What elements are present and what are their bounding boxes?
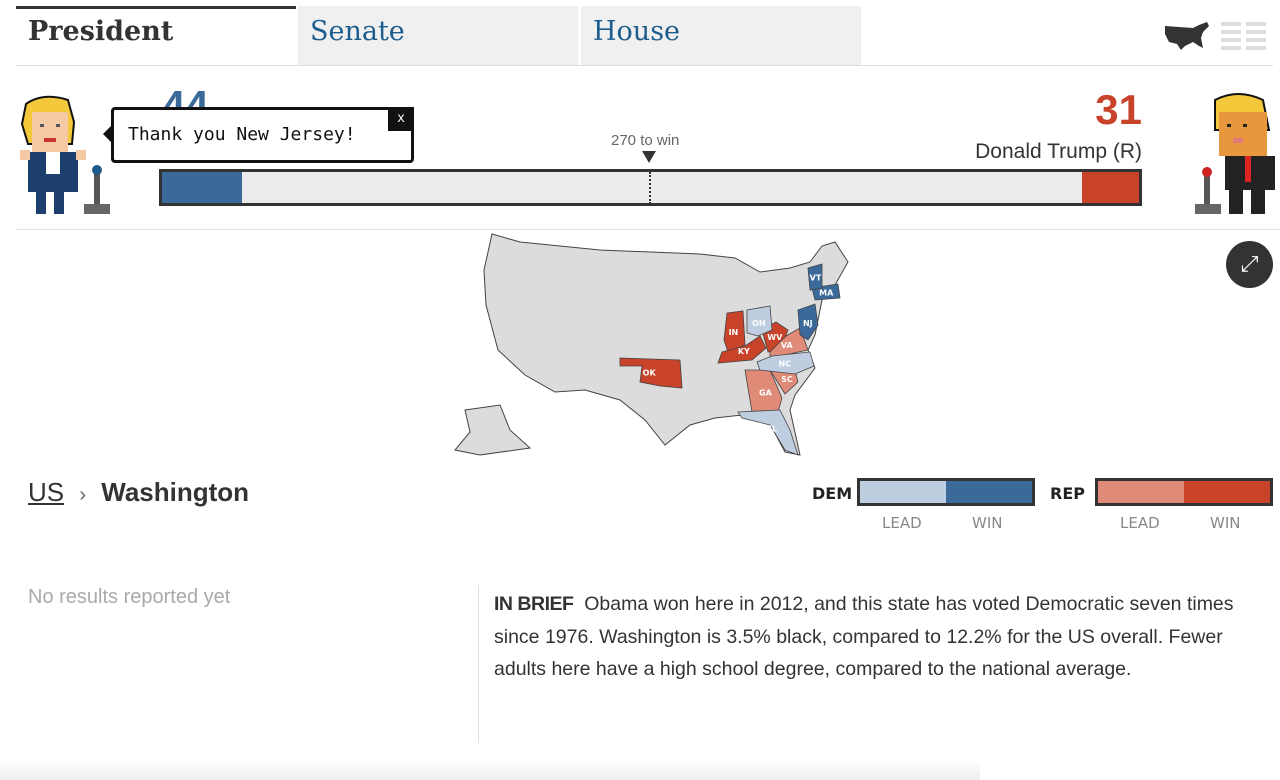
results-status: No results reported yet	[28, 586, 231, 608]
speech-bubble-text: Thank you New Jersey!	[128, 124, 356, 145]
rep-candidate-name: Donald Trump (R)	[975, 140, 1142, 163]
tab-house[interactable]: House	[581, 6, 861, 65]
state-AK	[454, 404, 532, 456]
state-label-NJ: NJ	[803, 319, 813, 328]
threshold-line	[649, 172, 651, 204]
tab-president[interactable]: President	[16, 6, 296, 65]
us-results-map[interactable]: INKYWVOKVASCGAOHNCFLNJMAVT	[450, 228, 870, 464]
threshold-label: 270 to win	[611, 132, 680, 149]
bottom-shadow	[0, 760, 980, 780]
in-brief-text: Obama won here in 2012, and this state h…	[494, 593, 1234, 680]
legend-rep-bar	[1095, 478, 1273, 506]
legend-rep-win: WIN	[1210, 514, 1241, 532]
race-tabs: President Senate House	[16, 6, 1273, 66]
expand-icon: ⤢	[1240, 252, 1259, 277]
rep-electoral-votes: 31	[1095, 86, 1142, 133]
state-label-GA: GA	[759, 388, 773, 397]
legend-dem-bar	[857, 478, 1035, 506]
list-grid-icon[interactable]	[1221, 22, 1267, 50]
in-brief-label: IN BRIEF	[494, 593, 574, 615]
legend-rep-lead: LEAD	[1120, 514, 1160, 532]
state-label-NC: NC	[778, 359, 791, 368]
breadcrumb: US › Washington	[28, 477, 249, 508]
in-brief: IN BRIEF Obama won here in 2012, and thi…	[478, 585, 1268, 743]
state-label-KY: KY	[738, 347, 750, 356]
threshold-marker-icon	[642, 151, 656, 163]
speech-bubble: Thank you New Jersey! x	[103, 107, 414, 163]
tab-senate[interactable]: Senate	[298, 6, 578, 65]
state-label-MA: MA	[819, 289, 834, 298]
state-label-VA: VA	[781, 341, 794, 350]
us-map-icon[interactable]	[1163, 20, 1211, 52]
breadcrumb-us-link[interactable]: US	[28, 477, 64, 507]
state-label-OK: OK	[643, 368, 657, 377]
dem-candidate-avatar	[20, 95, 110, 214]
expand-map-button[interactable]: ⤢	[1226, 241, 1273, 288]
legend-rep-label: REP	[1050, 484, 1085, 503]
close-bubble-button[interactable]: x	[388, 107, 414, 131]
state-label-SC: SC	[781, 375, 793, 384]
state-label-FL: FL	[767, 425, 778, 434]
state-label-OH: OH	[752, 319, 766, 328]
rep-candidate-avatar	[1195, 93, 1275, 214]
legend-dem-win: WIN	[972, 514, 1003, 532]
dem-votes-fill	[162, 172, 243, 203]
breadcrumb-separator-icon: ›	[79, 484, 87, 506]
state-label-IN: IN	[729, 328, 739, 337]
legend-dem-label: DEM	[812, 484, 853, 503]
state-label-VT: VT	[810, 274, 822, 283]
breadcrumb-current: Washington	[101, 477, 250, 507]
rep-votes-fill	[1082, 172, 1139, 203]
legend-dem-lead: LEAD	[882, 514, 922, 532]
